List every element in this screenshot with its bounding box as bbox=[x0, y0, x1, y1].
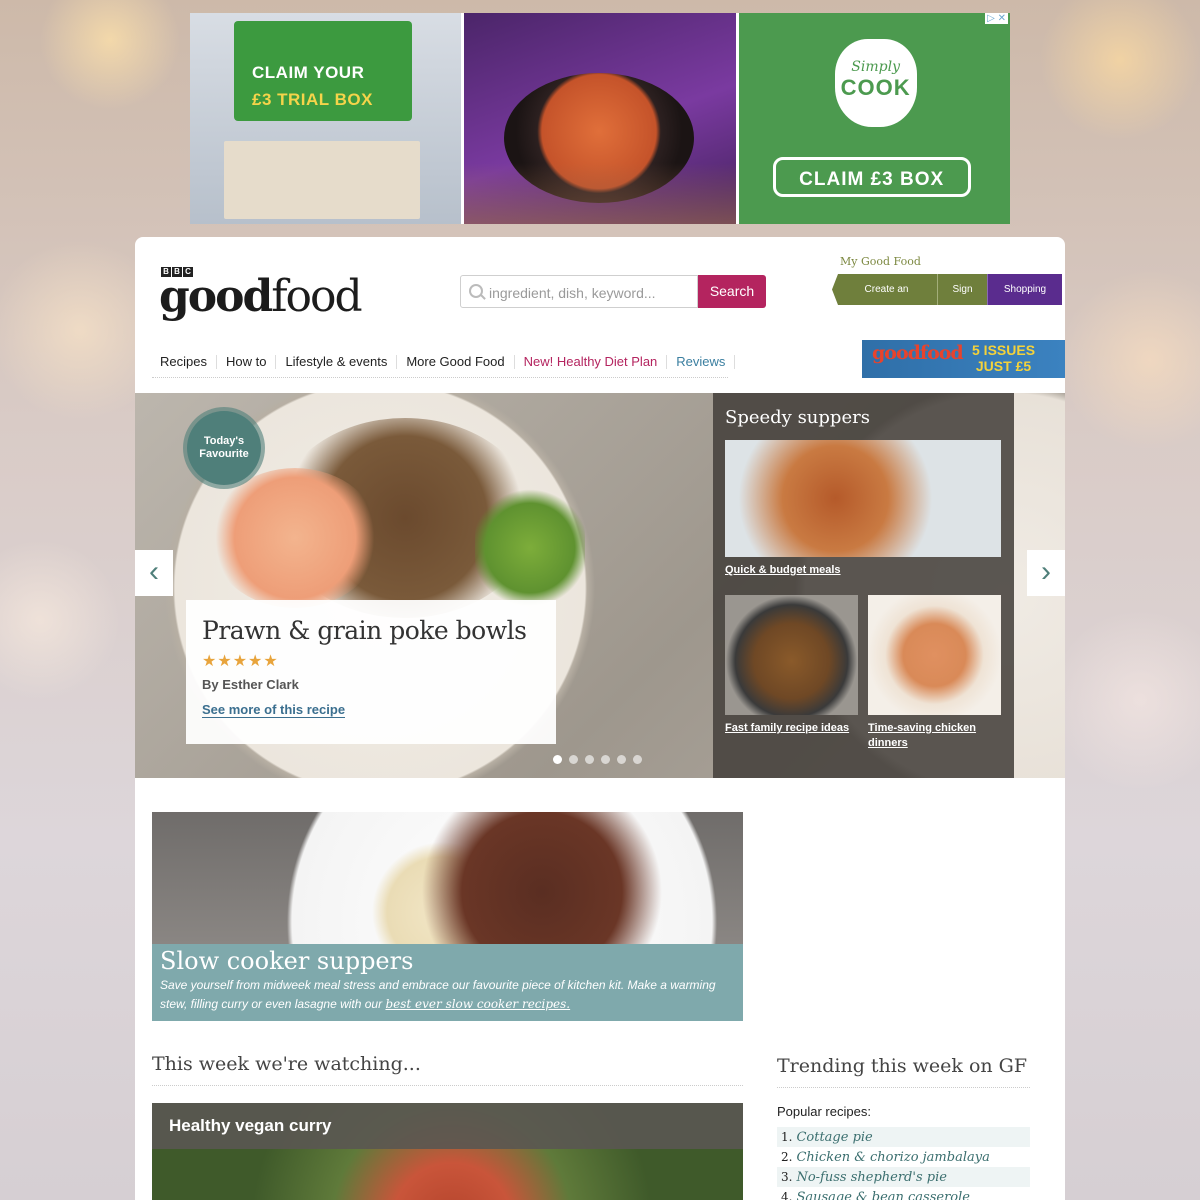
avocado-image-detail bbox=[475, 488, 585, 608]
speedy-suppers-panel: Speedy suppers Quick & budget meals Fast… bbox=[713, 393, 1014, 778]
offer-line1: 5 ISSUES bbox=[972, 342, 1036, 358]
carousel-dot[interactable] bbox=[617, 755, 626, 764]
todays-favourite-badge: Today's Favourite bbox=[187, 411, 261, 485]
see-more-recipe-link[interactable]: See more of this recipe bbox=[202, 703, 346, 718]
ad-hands-image bbox=[464, 163, 736, 224]
ad-spice-box-image bbox=[224, 141, 420, 219]
trending-rank: 3. bbox=[781, 1170, 793, 1184]
trending-item[interactable]: 1. Cottage pie bbox=[777, 1127, 1030, 1147]
logo-cook-text: COOK bbox=[840, 75, 911, 100]
noodles-image[interactable] bbox=[725, 595, 858, 715]
magazine-cover-title: goodfood bbox=[872, 342, 964, 364]
magazine-offer: 5 ISSUES JUST £5 bbox=[972, 342, 1035, 374]
ad-trial-box-panel[interactable]: CLAIM YOUR £3 TRIAL BOX bbox=[190, 13, 462, 224]
prawn-image-detail bbox=[210, 468, 380, 608]
featured-recipe-title[interactable]: Prawn & grain poke bowls bbox=[202, 616, 540, 645]
trending-item[interactable]: 3. No-fuss shepherd's pie bbox=[777, 1167, 1030, 1187]
carousel-dot[interactable] bbox=[585, 755, 594, 764]
featured-recipe-card[interactable]: Prawn & grain poke bowls ★★★★★ By Esther… bbox=[186, 600, 556, 744]
carousel-dot[interactable] bbox=[601, 755, 610, 764]
search-input[interactable] bbox=[487, 280, 696, 305]
account-bar: Create an account Sign in Shopping List bbox=[832, 274, 1062, 326]
video-title: Healthy vegan curry bbox=[152, 1103, 743, 1149]
fast-family-recipes-link[interactable]: Fast family recipe ideas bbox=[725, 721, 858, 736]
nav-reviews[interactable]: Reviews bbox=[667, 355, 736, 369]
search-button[interactable]: Search bbox=[698, 275, 766, 308]
vegan-curry-video[interactable]: Healthy vegan curry bbox=[152, 1103, 743, 1200]
ad-trial-line2: £3 TRIAL BOX bbox=[252, 90, 373, 109]
chevron-left-icon[interactable]: ‹ bbox=[135, 550, 173, 596]
offer-line2: JUST £5 bbox=[975, 358, 1032, 374]
main-content-card: B B C goodfood Search My Good Food Creat… bbox=[135, 237, 1065, 1200]
hero-carousel[interactable]: Today's Favourite Prawn & grain poke bow… bbox=[135, 393, 1065, 778]
trending-list: 1. Cottage pie 2. Chicken & chorizo jambal… bbox=[777, 1127, 1030, 1200]
beef-stew-image[interactable] bbox=[152, 812, 743, 944]
trending-recipe-link[interactable]: Cottage pie bbox=[796, 1130, 872, 1145]
slow-cooker-description: Save yourself from midweek meal stress a… bbox=[160, 976, 735, 1014]
trending-recipe-link[interactable]: Chicken & chorizo jambalaya bbox=[796, 1150, 989, 1165]
popular-recipes-label: Popular recipes: bbox=[777, 1104, 871, 1119]
rating-stars: ★★★★★ bbox=[202, 653, 279, 670]
nav-lifestyle-events[interactable]: Lifestyle & events bbox=[276, 355, 398, 369]
main-nav: Recipes How to Lifestyle & events More G… bbox=[152, 347, 736, 378]
ad-trial-text: CLAIM YOUR £3 TRIAL BOX bbox=[252, 59, 402, 113]
speedy-suppers-title: Speedy suppers bbox=[725, 407, 870, 428]
create-account-button[interactable]: Create an account bbox=[832, 274, 937, 305]
nav-how-to[interactable]: How to bbox=[217, 355, 277, 369]
chicken-flatbread-image[interactable] bbox=[868, 595, 1001, 715]
nav-healthy-diet-plan[interactable]: New! Healthy Diet Plan bbox=[515, 355, 668, 369]
trending-heading: Trending this week on GF bbox=[777, 1055, 1030, 1088]
chicken-thighs-image[interactable] bbox=[725, 440, 1001, 557]
trending-item[interactable]: 2. Chicken & chorizo jambalaya bbox=[777, 1147, 1030, 1167]
time-saving-chicken-link[interactable]: Time-saving chicken dinners bbox=[868, 721, 993, 751]
quick-budget-meals-link[interactable]: Quick & budget meals bbox=[725, 563, 841, 578]
trending-rank: 2. bbox=[781, 1150, 793, 1164]
ad-curry-panel[interactable] bbox=[464, 13, 736, 224]
slow-cooker-recipes-link[interactable]: best ever slow cooker recipes. bbox=[385, 997, 570, 1011]
logo-good: good bbox=[159, 271, 273, 322]
ad-trial-line1: CLAIM YOUR bbox=[252, 63, 365, 82]
simply-cook-logo: Simply COOK bbox=[834, 39, 917, 127]
trending-item[interactable]: 4. Sausage & bean casserole bbox=[777, 1187, 1030, 1200]
carousel-dots bbox=[553, 755, 642, 764]
trending-rank: 4. bbox=[781, 1190, 793, 1200]
logo-food: food bbox=[271, 271, 362, 322]
slow-cooker-title[interactable]: Slow cooker suppers bbox=[160, 946, 735, 976]
nav-more-good-food[interactable]: More Good Food bbox=[397, 355, 515, 369]
adchoices-icon[interactable]: ▷ ✕ bbox=[985, 13, 1008, 24]
carousel-dot[interactable] bbox=[569, 755, 578, 764]
carousel-dot[interactable] bbox=[553, 755, 562, 764]
trending-rank: 1. bbox=[781, 1130, 793, 1144]
my-good-food-label[interactable]: My Good Food bbox=[840, 255, 921, 268]
claim-box-button[interactable]: CLAIM £3 BOX bbox=[772, 157, 971, 197]
magazine-subscription-ad[interactable]: goodfood 5 ISSUES JUST £5 bbox=[862, 340, 1065, 378]
search-icon bbox=[469, 284, 483, 298]
logo-simply-text: Simply bbox=[851, 59, 900, 75]
search-box bbox=[460, 275, 698, 308]
watching-heading: This week we're watching... bbox=[152, 1053, 743, 1086]
trending-recipe-link[interactable]: Sausage & bean casserole bbox=[796, 1190, 970, 1200]
slow-cooker-promo: Slow cooker suppers Save yourself from m… bbox=[152, 944, 743, 1021]
ad-claim-panel[interactable]: Simply COOK CLAIM £3 BOX ▷ ✕ bbox=[738, 13, 1010, 224]
sign-in-button[interactable]: Sign in bbox=[937, 274, 987, 326]
simply-cook-ad-banner[interactable]: CLAIM YOUR £3 TRIAL BOX Simply COOK CLAI… bbox=[190, 13, 1010, 224]
nav-recipes[interactable]: Recipes bbox=[152, 355, 217, 369]
carousel-dot[interactable] bbox=[633, 755, 642, 764]
shopping-list-button[interactable]: Shopping List bbox=[987, 274, 1062, 326]
logo-wordmark: goodfood bbox=[159, 271, 363, 323]
chevron-right-icon[interactable]: › bbox=[1027, 550, 1065, 596]
recipe-author: By Esther Clark bbox=[202, 677, 299, 692]
trending-recipe-link[interactable]: No-fuss shepherd's pie bbox=[796, 1170, 946, 1185]
